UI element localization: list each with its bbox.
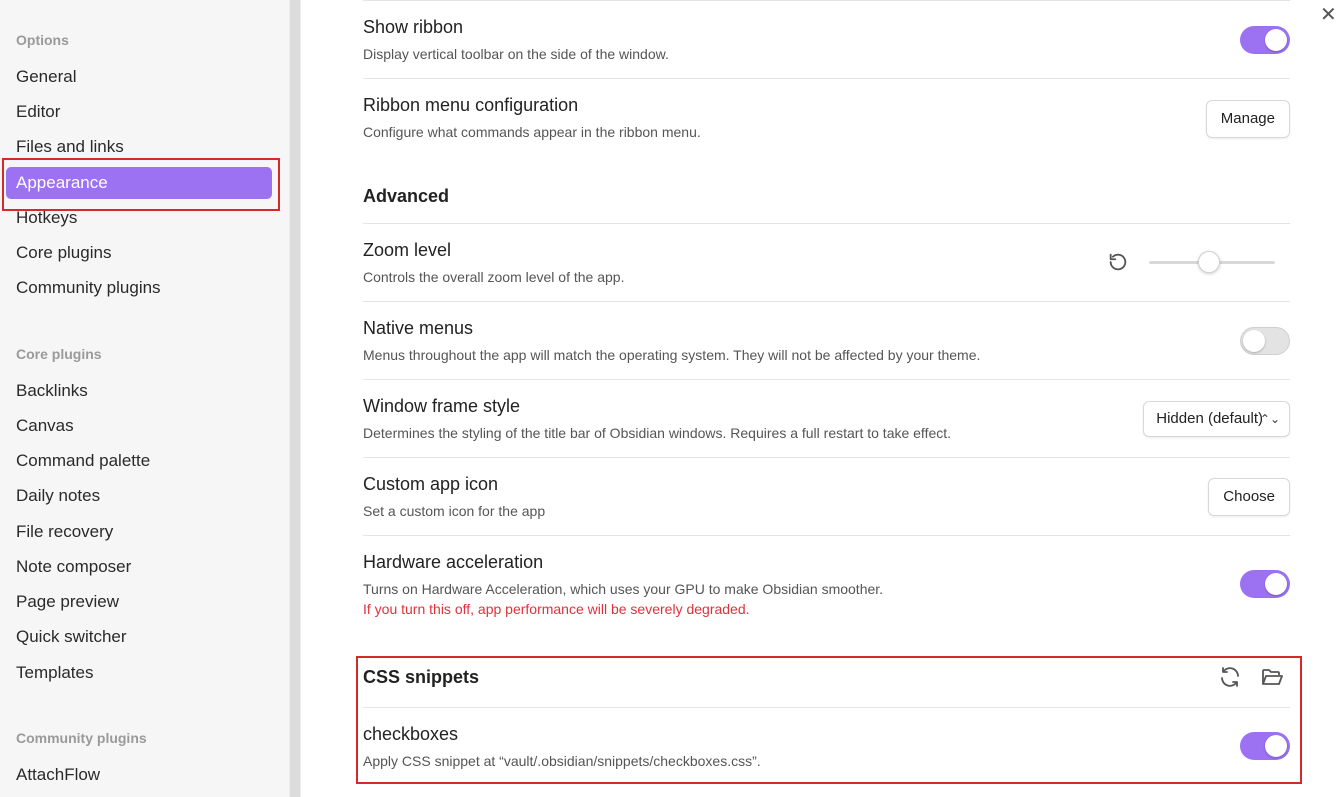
setting-zoom-level: Zoom level Controls the overall zoom lev… <box>363 237 1290 297</box>
toggle-knob <box>1265 735 1287 757</box>
zoom-slider-thumb[interactable] <box>1198 251 1220 273</box>
setting-desc: Menus throughout the app will match the … <box>363 347 981 363</box>
setting-native-menus: Native menus Menus throughout the app wi… <box>363 315 1290 375</box>
setting-name: Show ribbon <box>363 17 464 37</box>
settings-sidebar: Options General Editor Files and links A… <box>0 0 289 797</box>
sidebar-item-hotkeys[interactable]: Hotkeys <box>6 202 272 234</box>
divider <box>363 457 1290 458</box>
select-value: Hidden (default) <box>1156 410 1263 427</box>
setting-name: Ribbon menu configuration <box>363 95 579 115</box>
setting-desc: Set a custom icon for the app <box>363 503 546 519</box>
sidebar-item-canvas[interactable]: Canvas <box>6 410 272 442</box>
sidebar-item-note-composer[interactable]: Note composer <box>6 551 272 583</box>
chevron-up-down-icon: ⌃⌄ <box>1259 412 1280 426</box>
setting-desc: Configure what commands appear in the ri… <box>363 124 701 140</box>
folder-open-icon[interactable] <box>1260 665 1284 689</box>
settings-content: ✕ Show ribbon Display vertical toolbar o… <box>301 0 1336 797</box>
sidebar-item-appearance[interactable]: Appearance <box>6 167 272 199</box>
window-frame-style-select[interactable]: Hidden (default) ⌃⌄ <box>1143 401 1290 437</box>
setting-show-ribbon: Show ribbon Display vertical toolbar on … <box>363 14 1290 74</box>
divider <box>363 379 1290 380</box>
snippet-name: checkboxes <box>363 724 459 744</box>
close-icon[interactable]: ✕ <box>1320 4 1336 26</box>
divider <box>363 535 1290 536</box>
divider <box>363 0 1290 1</box>
show-ribbon-toggle[interactable] <box>1240 26 1290 54</box>
sidebar-item-file-recovery[interactable]: File recovery <box>6 516 272 548</box>
choose-button[interactable]: Choose <box>1208 478 1290 516</box>
sidebar-item-editor[interactable]: Editor <box>6 96 272 128</box>
sidebar-item-core-plugins[interactable]: Core plugins <box>6 237 272 269</box>
reload-snippets-icon[interactable] <box>1218 665 1242 689</box>
setting-warning: If you turn this off, app performance wi… <box>363 601 750 617</box>
sidebar-item-daily-notes[interactable]: Daily notes <box>6 480 272 512</box>
toggle-knob <box>1243 330 1265 352</box>
sidebar-item-community-plugins[interactable]: Community plugins <box>6 272 272 304</box>
setting-name: Hardware acceleration <box>363 552 544 572</box>
divider <box>363 707 1290 708</box>
sidebar-item-attachflow[interactable]: AttachFlow <box>6 759 272 791</box>
sidebar-item-files-and-links[interactable]: Files and links <box>6 131 272 163</box>
snippet-desc: Apply CSS snippet at “vault/.obsidian/sn… <box>363 753 761 769</box>
section-title-advanced: Advanced <box>363 186 450 206</box>
sidebar-item-command-palette[interactable]: Command palette <box>6 445 272 477</box>
zoom-control <box>1107 248 1287 278</box>
snippet-row: checkboxes Apply CSS snippet at “vault/.… <box>363 721 1290 781</box>
sidebar-scrollbar[interactable] <box>289 0 301 797</box>
setting-name: Zoom level <box>363 240 452 260</box>
sidebar-heading-options: Options <box>16 32 69 48</box>
sidebar-item-page-preview[interactable]: Page preview <box>6 586 272 618</box>
setting-desc: Turns on Hardware Acceleration, which us… <box>363 581 884 597</box>
toggle-knob <box>1265 29 1287 51</box>
sidebar-item-templates[interactable]: Templates <box>6 657 272 689</box>
reset-icon[interactable] <box>1107 251 1129 273</box>
sidebar-item-backlinks[interactable]: Backlinks <box>6 375 272 407</box>
hardware-acceleration-toggle[interactable] <box>1240 570 1290 598</box>
snippet-checkboxes-toggle[interactable] <box>1240 732 1290 760</box>
setting-window-frame-style: Window frame style Determines the stylin… <box>363 393 1290 453</box>
sidebar-item-quick-switcher[interactable]: Quick switcher <box>6 621 272 653</box>
setting-name: Custom app icon <box>363 474 499 494</box>
scrollbar-thumb[interactable] <box>290 0 300 797</box>
setting-name: Native menus <box>363 318 474 338</box>
setting-custom-app-icon: Custom app icon Set a custom icon for th… <box>363 471 1290 531</box>
setting-desc: Display vertical toolbar on the side of … <box>363 46 669 62</box>
divider <box>363 78 1290 79</box>
divider <box>363 223 1290 224</box>
setting-desc: Determines the styling of the title bar … <box>363 425 952 441</box>
section-title-css-snippets: CSS snippets <box>363 667 480 687</box>
setting-hardware-acceleration: Hardware acceleration Turns on Hardware … <box>363 549 1290 629</box>
setting-desc: Controls the overall zoom level of the a… <box>363 269 625 285</box>
sidebar-item-general[interactable]: General <box>6 61 272 93</box>
sidebar-heading-community-plugins: Community plugins <box>16 730 147 746</box>
divider <box>363 301 1290 302</box>
toggle-knob <box>1265 573 1287 595</box>
setting-ribbon-menu: Ribbon menu configuration Configure what… <box>363 92 1290 152</box>
native-menus-toggle[interactable] <box>1240 327 1290 355</box>
setting-name: Window frame style <box>363 396 521 416</box>
manage-button[interactable]: Manage <box>1205 100 1290 138</box>
sidebar-heading-core-plugins: Core plugins <box>16 346 102 362</box>
